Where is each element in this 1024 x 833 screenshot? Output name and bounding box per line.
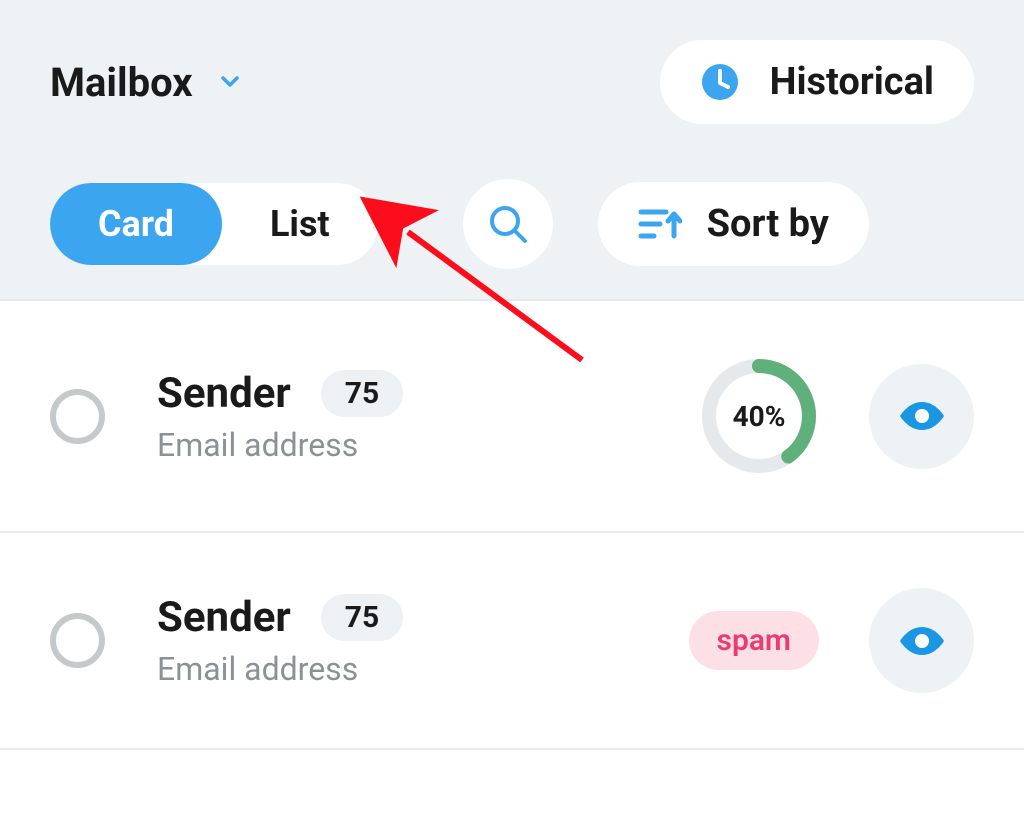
view-button[interactable] <box>869 364 974 469</box>
list-item: Sender 75 Email address spam <box>0 533 1024 750</box>
progress-text: 40% <box>699 356 819 476</box>
email-address: Email address <box>157 426 403 464</box>
email-address: Email address <box>157 650 403 688</box>
sender-name: Sender <box>157 369 291 418</box>
count-badge: 75 <box>321 594 403 641</box>
search-icon <box>487 203 529 245</box>
count-badge: 75 <box>321 370 403 417</box>
clock-icon <box>700 62 740 102</box>
list-view-label: List <box>270 203 330 245</box>
mailbox-label: Mailbox <box>50 59 193 106</box>
sender-info: Sender 75 Email address <box>157 593 403 688</box>
historical-label: Historical <box>770 60 934 104</box>
card-view-label: Card <box>98 203 174 245</box>
eye-icon <box>896 615 948 667</box>
view-button[interactable] <box>869 588 974 693</box>
list-view-button[interactable]: List <box>222 183 378 265</box>
card-view-button[interactable]: Card <box>50 183 222 265</box>
mailbox-dropdown[interactable]: Mailbox <box>50 59 242 106</box>
select-radio[interactable] <box>50 389 105 444</box>
sender-name: Sender <box>157 593 291 642</box>
select-radio[interactable] <box>50 613 105 668</box>
search-button[interactable] <box>463 179 553 269</box>
list-item: Sender 75 Email address 40% <box>0 301 1024 533</box>
view-toggle: Card List <box>50 183 378 265</box>
sort-icon <box>638 204 682 244</box>
historical-button[interactable]: Historical <box>660 40 974 124</box>
sender-info: Sender 75 Email address <box>157 369 403 464</box>
eye-icon <box>896 390 948 442</box>
progress-ring: 40% <box>699 356 819 476</box>
top-toolbar-area: Mailbox Historical Card List <box>0 0 1024 301</box>
sort-button[interactable]: Sort by <box>598 182 869 266</box>
sort-label: Sort by <box>707 202 829 246</box>
spam-badge: spam <box>689 611 819 670</box>
chevron-down-icon <box>218 70 242 94</box>
